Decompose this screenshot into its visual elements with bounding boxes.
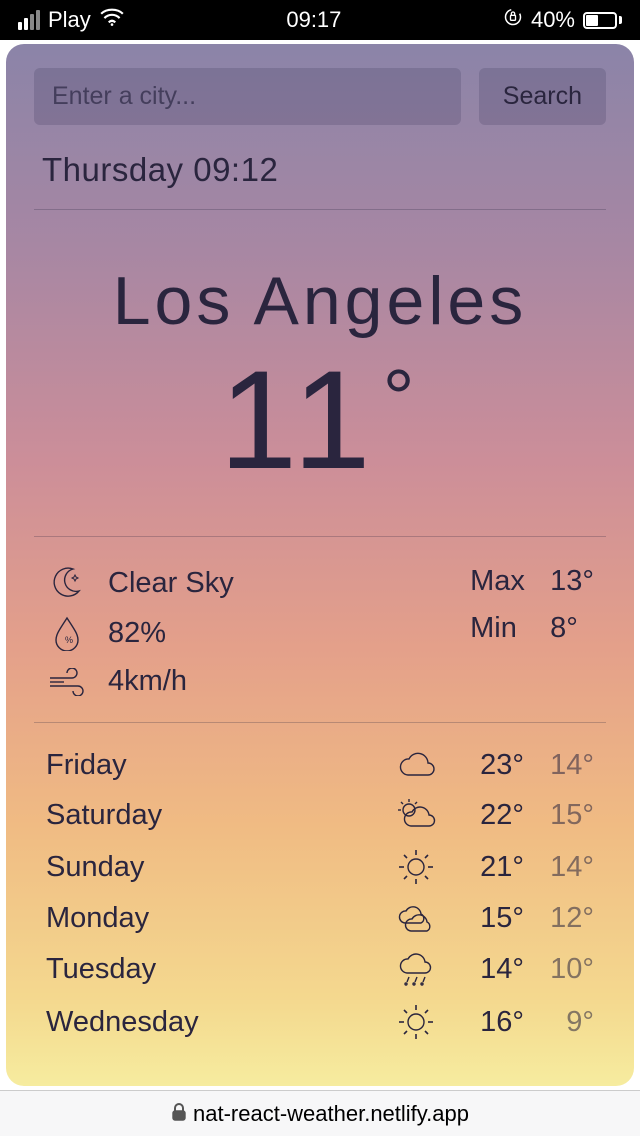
max-label: Max	[470, 565, 534, 598]
forecast-high: 22°	[446, 799, 524, 832]
cloud-icon	[386, 751, 446, 781]
search-button[interactable]: Search	[479, 68, 606, 125]
forecast-day: Wednesday	[46, 1006, 386, 1039]
rain-icon	[386, 951, 446, 987]
forecast-low: 10°	[524, 953, 594, 986]
forecast-day: Sunday	[46, 851, 386, 884]
svg-text:%: %	[65, 635, 73, 645]
forecast-row: Saturday 22°15°	[46, 790, 594, 840]
forecast-row: Wednesday 16°9°	[46, 995, 594, 1049]
forecast-low: 14°	[524, 749, 594, 782]
city-search-input[interactable]	[34, 68, 461, 125]
signal-icon	[18, 10, 40, 30]
forecast-high: 21°	[446, 851, 524, 884]
carrier-label: Play	[48, 7, 91, 33]
forecast-high: 15°	[446, 902, 524, 935]
forecast-low: 15°	[524, 799, 594, 832]
min-label: Min	[470, 612, 534, 645]
status-bar: Play 09:17 40%	[0, 0, 640, 40]
battery-percent: 40%	[531, 7, 575, 33]
forecast-day: Saturday	[46, 799, 386, 832]
lock-icon	[171, 1101, 187, 1127]
city-name: Los Angeles	[34, 262, 606, 340]
forecast-high: 16°	[446, 1006, 524, 1039]
partly-cloudy-icon	[386, 798, 446, 832]
wind-icon	[46, 668, 88, 696]
forecast-day: Friday	[46, 749, 386, 782]
status-time: 09:17	[286, 7, 341, 33]
forecast-row: Monday 15°12°	[46, 894, 594, 943]
degree-symbol: °	[383, 353, 421, 442]
current-temperature: 11°	[34, 350, 606, 490]
sun-icon	[386, 848, 446, 886]
wind-value: 4km/h	[108, 665, 187, 698]
forecast-high: 23°	[446, 749, 524, 782]
humidity-value: 82%	[108, 617, 166, 650]
wifi-icon	[99, 7, 125, 33]
min-temp: 8°	[550, 612, 578, 645]
forecast-high: 14°	[446, 953, 524, 986]
max-temp: 13°	[550, 565, 594, 598]
forecast-list: Friday23°14°Saturday22°15°Sunday21°14°Mo…	[34, 723, 606, 1049]
forecast-row: Sunday 21°14°	[46, 840, 594, 894]
temp-value: 11	[219, 341, 376, 498]
forecast-day: Tuesday	[46, 953, 386, 986]
forecast-low: 12°	[524, 902, 594, 935]
current-datetime: Thursday 09:12	[42, 151, 606, 189]
forecast-day: Monday	[46, 902, 386, 935]
moon-icon	[46, 565, 88, 601]
forecast-row: Friday 23°14°	[46, 741, 594, 790]
weather-app: Search Thursday 09:12 Los Angeles 11° Cl…	[6, 44, 634, 1086]
forecast-low: 9°	[524, 1006, 594, 1039]
divider	[34, 209, 606, 210]
condition-text: Clear Sky	[108, 567, 234, 600]
url-text: nat-react-weather.netlify.app	[193, 1101, 469, 1127]
forecast-row: Tuesday 14°10°	[46, 943, 594, 995]
forecast-low: 14°	[524, 851, 594, 884]
sun-icon	[386, 1003, 446, 1041]
orientation-lock-icon	[503, 7, 523, 33]
browser-url-bar[interactable]: nat-react-weather.netlify.app	[0, 1090, 640, 1136]
humidity-icon: %	[46, 615, 88, 651]
battery-icon	[583, 12, 622, 29]
cloudy-icon	[386, 903, 446, 935]
